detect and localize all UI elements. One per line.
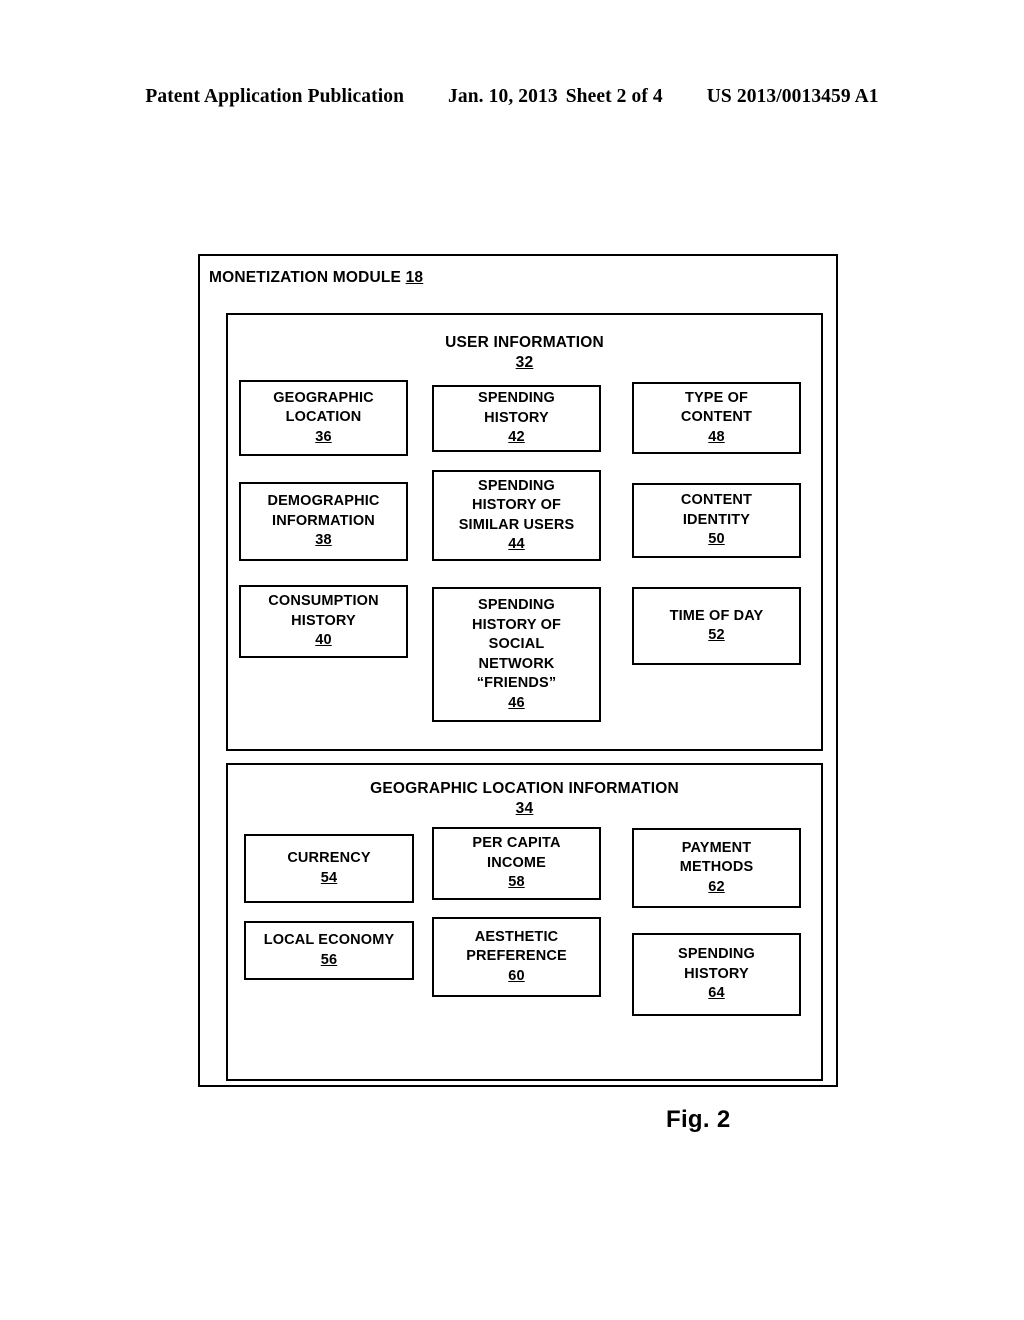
sheet-number: Sheet 2 of 4: [565, 86, 663, 107]
box-spending-history-label: SPENDING HISTORY: [478, 390, 555, 426]
geographic-location-information-section: GEOGRAPHIC LOCATION INFORMATION 34 CURRE…: [226, 763, 823, 1081]
box-per-capita-income-number: 58: [508, 874, 525, 891]
monetization-module-label: MONETIZATION MODULE: [209, 269, 402, 286]
box-geographic-location-label: GEOGRAPHIC LOCATION: [273, 389, 374, 426]
box-type-of-content-label: TYPE OF CONTENT: [680, 389, 753, 426]
box-per-capita-income-label: PER CAPITA INCOME: [472, 835, 561, 871]
box-currency-label: CURRENCY: [287, 850, 371, 866]
box-spending-history-geo-label: SPENDING HISTORY: [678, 946, 755, 982]
box-currency: CURRENCY 54: [244, 834, 414, 903]
geographic-location-information-label: GEOGRAPHIC LOCATION INFORMATION: [370, 780, 679, 797]
box-local-economy-number: 56: [320, 951, 338, 968]
box-time-of-day-label: TIME OF DAY: [669, 607, 764, 624]
box-demographic-information-number: 38: [315, 532, 332, 549]
box-type-of-content-number: 48: [708, 428, 725, 445]
box-currency-number: 54: [320, 869, 338, 886]
publication-label: Patent Application Publication: [145, 86, 405, 107]
figure-caption: Fig. 2: [666, 1106, 731, 1133]
box-consumption-history-number: 40: [315, 632, 332, 649]
geographic-location-information-number: 34: [515, 800, 534, 817]
box-local-economy: LOCAL ECONOMY 56: [244, 921, 414, 980]
box-spending-history-social-network-friends-label: SPENDING HISTORY OF SOCIAL NETWORK “FRIE…: [471, 597, 562, 691]
box-consumption-history-label: CONSUMPTION HISTORY: [268, 593, 379, 629]
box-geographic-location-number: 36: [315, 428, 332, 445]
patent-number: US 2013/0013459 A1: [706, 86, 879, 107]
box-spending-history-social-network-friends-number: 46: [508, 694, 525, 711]
box-geographic-location: GEOGRAPHIC LOCATION 36: [239, 380, 408, 456]
box-content-identity-label: CONTENT IDENTITY: [680, 492, 753, 528]
box-spending-history-geo: SPENDING HISTORY 64: [632, 933, 801, 1016]
box-local-economy-label: LOCAL ECONOMY: [263, 932, 395, 948]
user-information-section: USER INFORMATION 32 GEOGRAPHIC LOCATION …: [226, 313, 823, 751]
geographic-location-information-title: GEOGRAPHIC LOCATION INFORMATION 34: [228, 779, 821, 819]
box-consumption-history: CONSUMPTION HISTORY 40: [239, 585, 408, 658]
box-payment-methods: PAYMENT METHODS 62: [632, 828, 801, 908]
box-time-of-day: TIME OF DAY 52: [632, 587, 801, 665]
box-demographic-information-label: DEMOGRAPHIC INFORMATION: [267, 493, 380, 529]
patent-page-header: Patent Application Publication Jan. 10, 2…: [0, 86, 1024, 108]
monetization-module-box: MONETIZATION MODULE 18 USER INFORMATION …: [198, 254, 838, 1087]
monetization-module-title: MONETIZATION MODULE 18: [209, 269, 423, 287]
box-time-of-day-number: 52: [708, 627, 725, 643]
box-spending-history-social-network-friends: SPENDING HISTORY OF SOCIAL NETWORK “FRIE…: [432, 587, 601, 722]
box-content-identity: CONTENT IDENTITY 50: [632, 483, 801, 558]
user-information-number: 32: [515, 354, 534, 371]
box-payment-methods-number: 62: [708, 878, 725, 895]
box-aesthetic-preference: AESTHETIC PREFERENCE 60: [432, 917, 601, 997]
box-spending-history-similar-users-label: SPENDING HISTORY OF SIMILAR USERS: [458, 477, 575, 533]
box-demographic-information: DEMOGRAPHIC INFORMATION 38: [239, 482, 408, 561]
box-aesthetic-preference-label: AESTHETIC PREFERENCE: [466, 928, 567, 965]
box-content-identity-number: 50: [708, 531, 725, 548]
box-payment-methods-label: PAYMENT METHODS: [679, 839, 754, 876]
monetization-module-number: 18: [405, 269, 424, 286]
box-aesthetic-preference-number: 60: [508, 967, 525, 984]
user-information-label: USER INFORMATION: [445, 334, 604, 351]
box-type-of-content: TYPE OF CONTENT 48: [632, 382, 801, 454]
box-per-capita-income: PER CAPITA INCOME 58: [432, 827, 601, 900]
user-information-title: USER INFORMATION 32: [228, 333, 821, 373]
box-spending-history: SPENDING HISTORY 42: [432, 385, 601, 452]
publication-date: Jan. 10, 2013: [448, 86, 558, 107]
box-spending-history-similar-users-number: 44: [508, 536, 525, 552]
box-spending-history-similar-users: SPENDING HISTORY OF SIMILAR USERS 44: [432, 470, 601, 561]
box-spending-history-geo-number: 64: [708, 985, 725, 1002]
box-spending-history-number: 42: [508, 429, 525, 446]
